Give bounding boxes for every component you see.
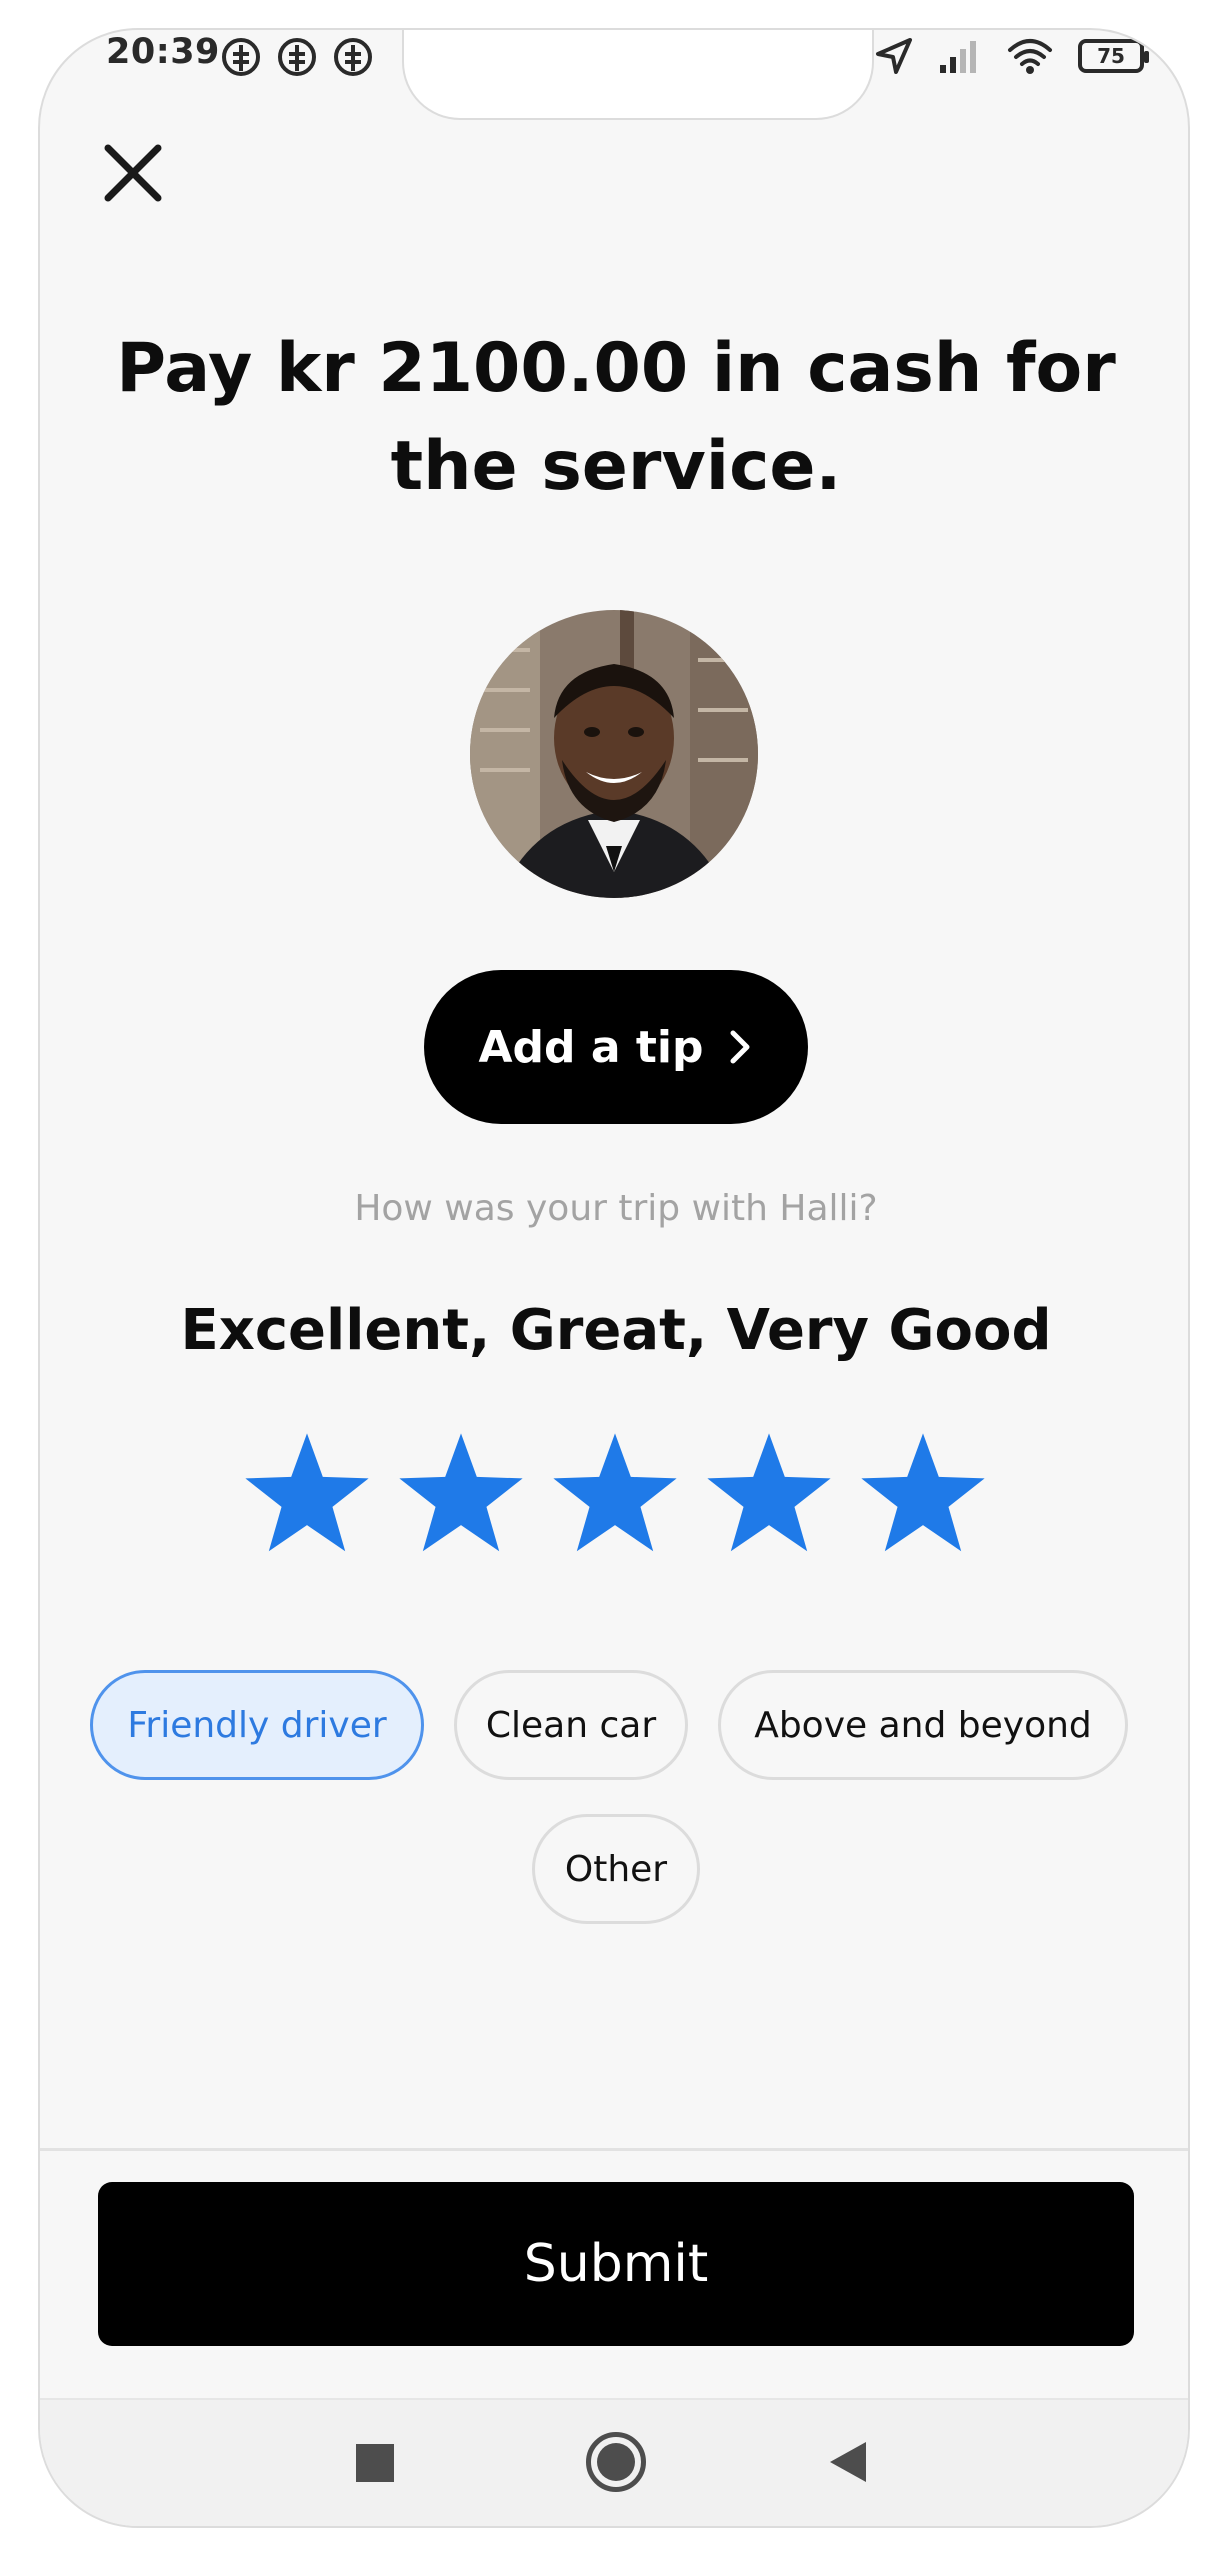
sim-icon	[278, 38, 316, 76]
add-tip-label: Add a tip	[478, 1021, 704, 1073]
battery-icon: 75	[1078, 39, 1149, 73]
chip-friendly-driver[interactable]: Friendly driver	[90, 1670, 424, 1780]
phone-frame: 20:39 75 Pay kr 2100.00 in cash for the …	[38, 28, 1190, 2528]
submit-button[interactable]: Submit	[98, 2182, 1134, 2346]
chip-other[interactable]: Other	[532, 1814, 700, 1924]
home-circle-icon[interactable]	[586, 2432, 646, 2492]
system-nav-bar	[40, 2398, 1188, 2526]
star-icon[interactable]	[394, 1428, 528, 1562]
rating-description: Excellent, Great, Very Good	[180, 1298, 1052, 1363]
sim-icon	[222, 38, 260, 76]
star-rating	[240, 1428, 990, 1562]
location-arrow-icon	[876, 38, 912, 74]
chevron-right-icon	[730, 1030, 750, 1064]
payment-title: Pay kr 2100.00 in cash for the service.	[116, 329, 1116, 506]
back-triangle-icon[interactable]	[830, 2442, 866, 2482]
chip-clean-car[interactable]: Clean car	[454, 1670, 688, 1780]
chip-above-and-beyond[interactable]: Above and beyond	[718, 1670, 1128, 1780]
star-icon[interactable]	[856, 1428, 990, 1562]
feedback-chips: Friendly driver Clean car Above and beyo…	[90, 1670, 1128, 1780]
status-time: 20:39	[106, 32, 220, 72]
wifi-icon	[1008, 39, 1052, 74]
signal-icon	[940, 41, 976, 73]
driver-avatar	[470, 610, 758, 898]
close-icon	[104, 144, 162, 202]
sim-icon	[334, 38, 372, 76]
close-button[interactable]	[98, 138, 168, 208]
footer-divider	[40, 2148, 1188, 2151]
status-right-icons: 75	[874, 36, 1149, 76]
star-icon[interactable]	[240, 1428, 374, 1562]
add-tip-button[interactable]: Add a tip	[424, 970, 808, 1124]
star-icon[interactable]	[702, 1428, 836, 1562]
trip-question: How was your trip with Halli?	[354, 1188, 878, 1229]
recents-square-icon[interactable]	[356, 2444, 394, 2482]
star-icon[interactable]	[548, 1428, 682, 1562]
camera-notch	[402, 30, 874, 120]
status-left-icons	[222, 38, 372, 76]
